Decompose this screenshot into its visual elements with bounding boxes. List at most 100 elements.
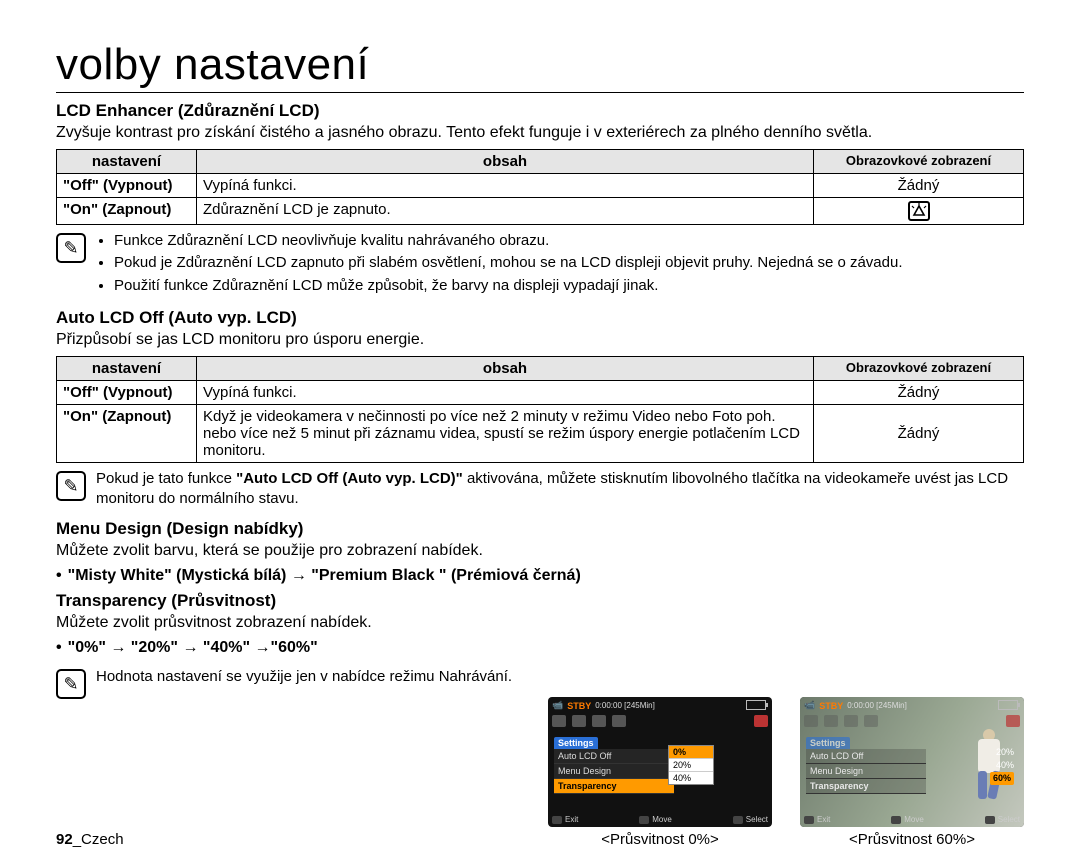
heading-auto-lcd-off: Auto LCD Off (Auto vyp. LCD): [56, 308, 1024, 328]
note-item: Pokud je Zdůraznění LCD zapnuto při slab…: [114, 253, 903, 273]
note-text: Hodnota nastavení se využije jen v nabíd…: [96, 667, 512, 699]
transparency-popup: 0% 20% 40%: [668, 745, 714, 785]
cell-content: Vypíná funkci.: [197, 380, 814, 404]
page-footer: 92_Czech: [56, 831, 124, 848]
bullet-text: "0%" → "20%" → "40%" →"60%": [68, 639, 318, 656]
settings-menu: Settings Auto LCD Off Menu Design Transp…: [806, 737, 926, 794]
side-value: 40%: [990, 759, 1014, 772]
th-setting: nastavení: [57, 150, 197, 174]
screenshot-0pct: 📹 STBY 0:00:00 [245Min] Settings Auto LC…: [548, 697, 772, 848]
table-row: "On" (Zapnout) Zdůraznění LCD je zapnuto…: [57, 198, 1024, 225]
desc-lcd-enhancer: Zvyšuje kontrast pro získání čistého a j…: [56, 123, 1024, 143]
exit-label: Exit: [817, 815, 830, 824]
settings-tab: Settings: [806, 737, 850, 749]
bullet-text: "Misty White" (Mystická bílá) → "Premium…: [68, 567, 581, 584]
th-content: obsah: [197, 356, 814, 380]
stby-label: STBY: [567, 701, 591, 711]
side-value-list: 20% 40% 60%: [990, 746, 1014, 785]
heading-menu-design: Menu Design (Design nabídky): [56, 519, 1024, 539]
bullet-transparency: •"0%" → "20%" → "40%" →"60%": [56, 639, 1024, 657]
cell-display: Žádný: [814, 404, 1024, 462]
note-item: Funkce Zdůraznění LCD neovlivňuje kvalit…: [114, 231, 903, 251]
manual-page: volby nastavení LCD Enhancer (Zdůraznění…: [0, 0, 1080, 868]
menu-item-selected: Transparency: [554, 779, 674, 794]
table-row: "Off" (Vypnout) Vypíná funkci. Žádný: [57, 174, 1024, 198]
battery-icon: [746, 700, 766, 710]
popup-option-selected: 0%: [669, 746, 713, 759]
move-label: Move: [652, 815, 672, 824]
desc-auto-lcd-off: Přizpůsobí se jas LCD monitoru pro úspor…: [56, 330, 1024, 350]
note-box: ✎ Funkce Zdůraznění LCD neovlivňuje kval…: [56, 231, 1024, 298]
side-value: 20%: [990, 746, 1014, 759]
battery-icon: [998, 700, 1018, 710]
popup-option: 40%: [669, 772, 713, 784]
pencil-note-icon: ✎: [56, 233, 86, 263]
select-label: Select: [998, 815, 1020, 824]
page-title: volby nastavení: [56, 40, 1024, 90]
stby-label: STBY: [819, 701, 843, 711]
cell-display: Žádný: [814, 380, 1024, 404]
bottom-bar: Exit Move Select: [552, 815, 768, 824]
mode-icon-row: [552, 713, 768, 729]
cell-setting: "On" (Zapnout): [57, 404, 197, 462]
joystick-icon: [639, 816, 649, 824]
move-label: Move: [904, 815, 924, 824]
title-rule: [56, 92, 1024, 93]
joystick-icon: [891, 816, 901, 824]
heading-transparency: Transparency (Průsvitnost): [56, 591, 1024, 611]
table-lcd-enhancer: nastavení obsah Obrazovkové zobrazení "O…: [56, 149, 1024, 225]
cell-setting: "Off" (Vypnout): [57, 380, 197, 404]
note-item: Použití funkce Zdůraznění LCD může způso…: [114, 276, 903, 296]
settings-tab: Settings: [554, 737, 598, 749]
table-auto-lcd-off: nastavení obsah Obrazovkové zobrazení "O…: [56, 356, 1024, 463]
menu-item: Menu Design: [554, 764, 674, 779]
cell-content: Když je videokamera v nečinnosti po více…: [197, 404, 814, 462]
table-row: "Off" (Vypnout) Vypíná funkci. Žádný: [57, 380, 1024, 404]
popup-option: 20%: [669, 759, 713, 772]
time-label: 0:00:00 [245Min]: [595, 701, 655, 710]
cell-content: Zdůraznění LCD je zapnuto.: [197, 198, 814, 225]
note-box: ✎ Pokud je tato funkce "Auto LCD Off (Au…: [56, 469, 1024, 510]
desc-transparency: Můžete zvolit průsvitnost zobrazení nabí…: [56, 613, 1024, 633]
caption-60pct: <Průsvitnost 60%>: [849, 831, 975, 848]
cell-setting: "On" (Zapnout): [57, 198, 197, 225]
menu-button-icon: [552, 816, 562, 824]
cell-display-icon: [814, 198, 1024, 225]
camcorder-screen: 📹 STBY 0:00:00 [245Min] Settings Auto LC…: [548, 697, 772, 827]
table-header-row: nastavení obsah Obrazovkové zobrazení: [57, 150, 1024, 174]
table-row: "On" (Zapnout) Když je videokamera v neč…: [57, 404, 1024, 462]
heading-lcd-enhancer: LCD Enhancer (Zdůraznění LCD): [56, 101, 1024, 121]
note-text: Pokud je tato funkce "Auto LCD Off (Auto…: [96, 469, 1024, 510]
cell-content: Vypíná funkci.: [197, 174, 814, 198]
screenshot-group: 📹 STBY 0:00:00 [245Min] Settings Auto LC…: [548, 697, 1024, 848]
desc-menu-design: Můžete zvolit barvu, která se použije pr…: [56, 541, 1024, 561]
ok-icon: [985, 816, 995, 824]
th-display: Obrazovkové zobrazení: [814, 356, 1024, 380]
lcd-enhancer-icon: [908, 201, 930, 221]
menu-item-selected: Transparency: [806, 779, 926, 794]
page-language: Czech: [81, 831, 124, 848]
camera-icon: 📹: [804, 700, 815, 711]
note-box: ✎ Hodnota nastavení se využije jen v nab…: [56, 667, 1024, 699]
caption-0pct: <Průsvitnost 0%>: [601, 831, 719, 848]
menu-item: Menu Design: [806, 764, 926, 779]
bullet-menu-design: •"Misty White" (Mystická bílá) → "Premiu…: [56, 567, 1024, 585]
note-bold: "Auto LCD Off (Auto vyp. LCD)": [236, 470, 463, 487]
select-label: Select: [746, 815, 768, 824]
th-content: obsah: [197, 150, 814, 174]
note-list: Funkce Zdůraznění LCD neovlivňuje kvalit…: [96, 231, 903, 298]
bottom-bar: Exit Move Select: [804, 815, 1020, 824]
menu-item: Auto LCD Off: [554, 749, 674, 764]
camera-icon: 📹: [552, 700, 563, 711]
cell-display: Žádný: [814, 174, 1024, 198]
exit-label: Exit: [565, 815, 578, 824]
menu-item: Auto LCD Off: [806, 749, 926, 764]
note-span: Pokud je tato funkce: [96, 470, 236, 487]
table-header-row: nastavení obsah Obrazovkové zobrazení: [57, 356, 1024, 380]
pencil-note-icon: ✎: [56, 471, 86, 501]
th-setting: nastavení: [57, 356, 197, 380]
cell-setting: "Off" (Vypnout): [57, 174, 197, 198]
camcorder-screen: 📹 STBY 0:00:00 [245Min] Settings Auto LC…: [800, 697, 1024, 827]
time-label: 0:00:00 [245Min]: [847, 701, 907, 710]
menu-button-icon: [804, 816, 814, 824]
